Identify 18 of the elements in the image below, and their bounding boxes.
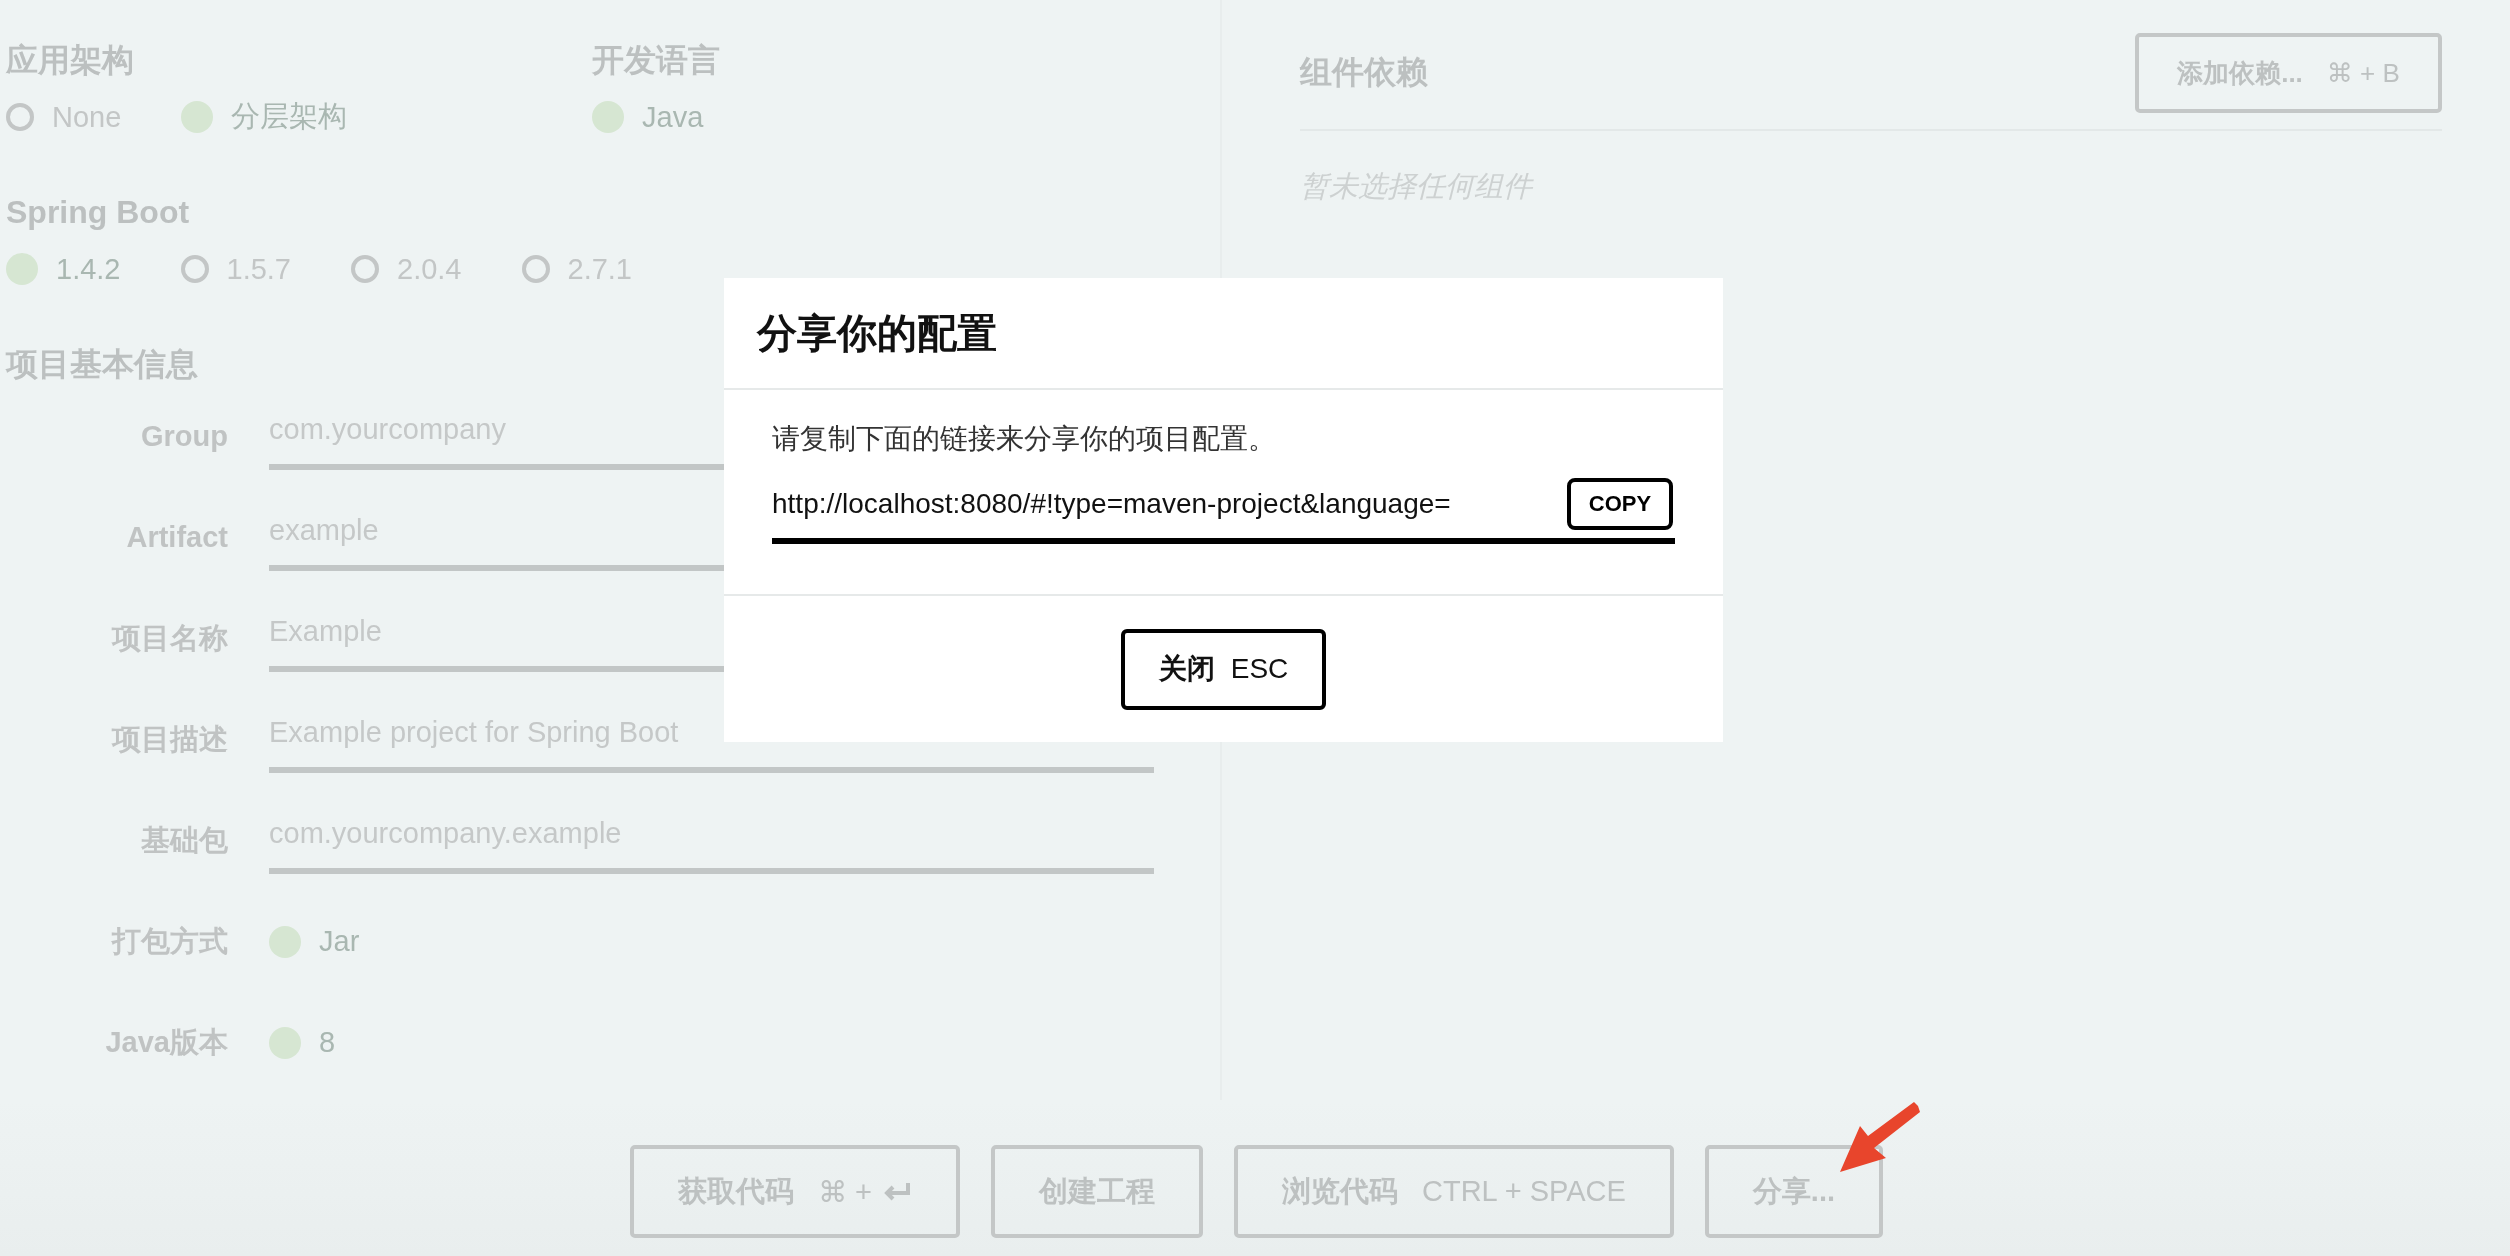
- radio-label: Jar: [319, 925, 360, 958]
- radio-button[interactable]: [592, 101, 624, 133]
- close-button[interactable]: 关闭 ESC: [1121, 628, 1326, 710]
- radio-label: Java: [642, 100, 704, 134]
- radio-button[interactable]: [6, 103, 34, 131]
- radio-label: 8: [319, 1026, 336, 1059]
- dialog-title: 分享你的配置: [757, 309, 997, 357]
- radio-button[interactable]: [351, 255, 379, 283]
- radio-button[interactable]: [269, 925, 301, 958]
- radio-button[interactable]: [180, 255, 209, 283]
- radio-label: 1.4.2: [56, 252, 121, 286]
- copy-button[interactable]: COPY: [1567, 478, 1673, 530]
- radio-button[interactable]: [521, 255, 550, 283]
- radio-button[interactable]: [269, 1026, 301, 1059]
- radio-button[interactable]: [6, 253, 38, 285]
- radio-button[interactable]: [181, 101, 214, 133]
- arrow-icon: [1840, 1102, 1920, 1172]
- radio-label: 分层架构: [231, 99, 348, 134]
